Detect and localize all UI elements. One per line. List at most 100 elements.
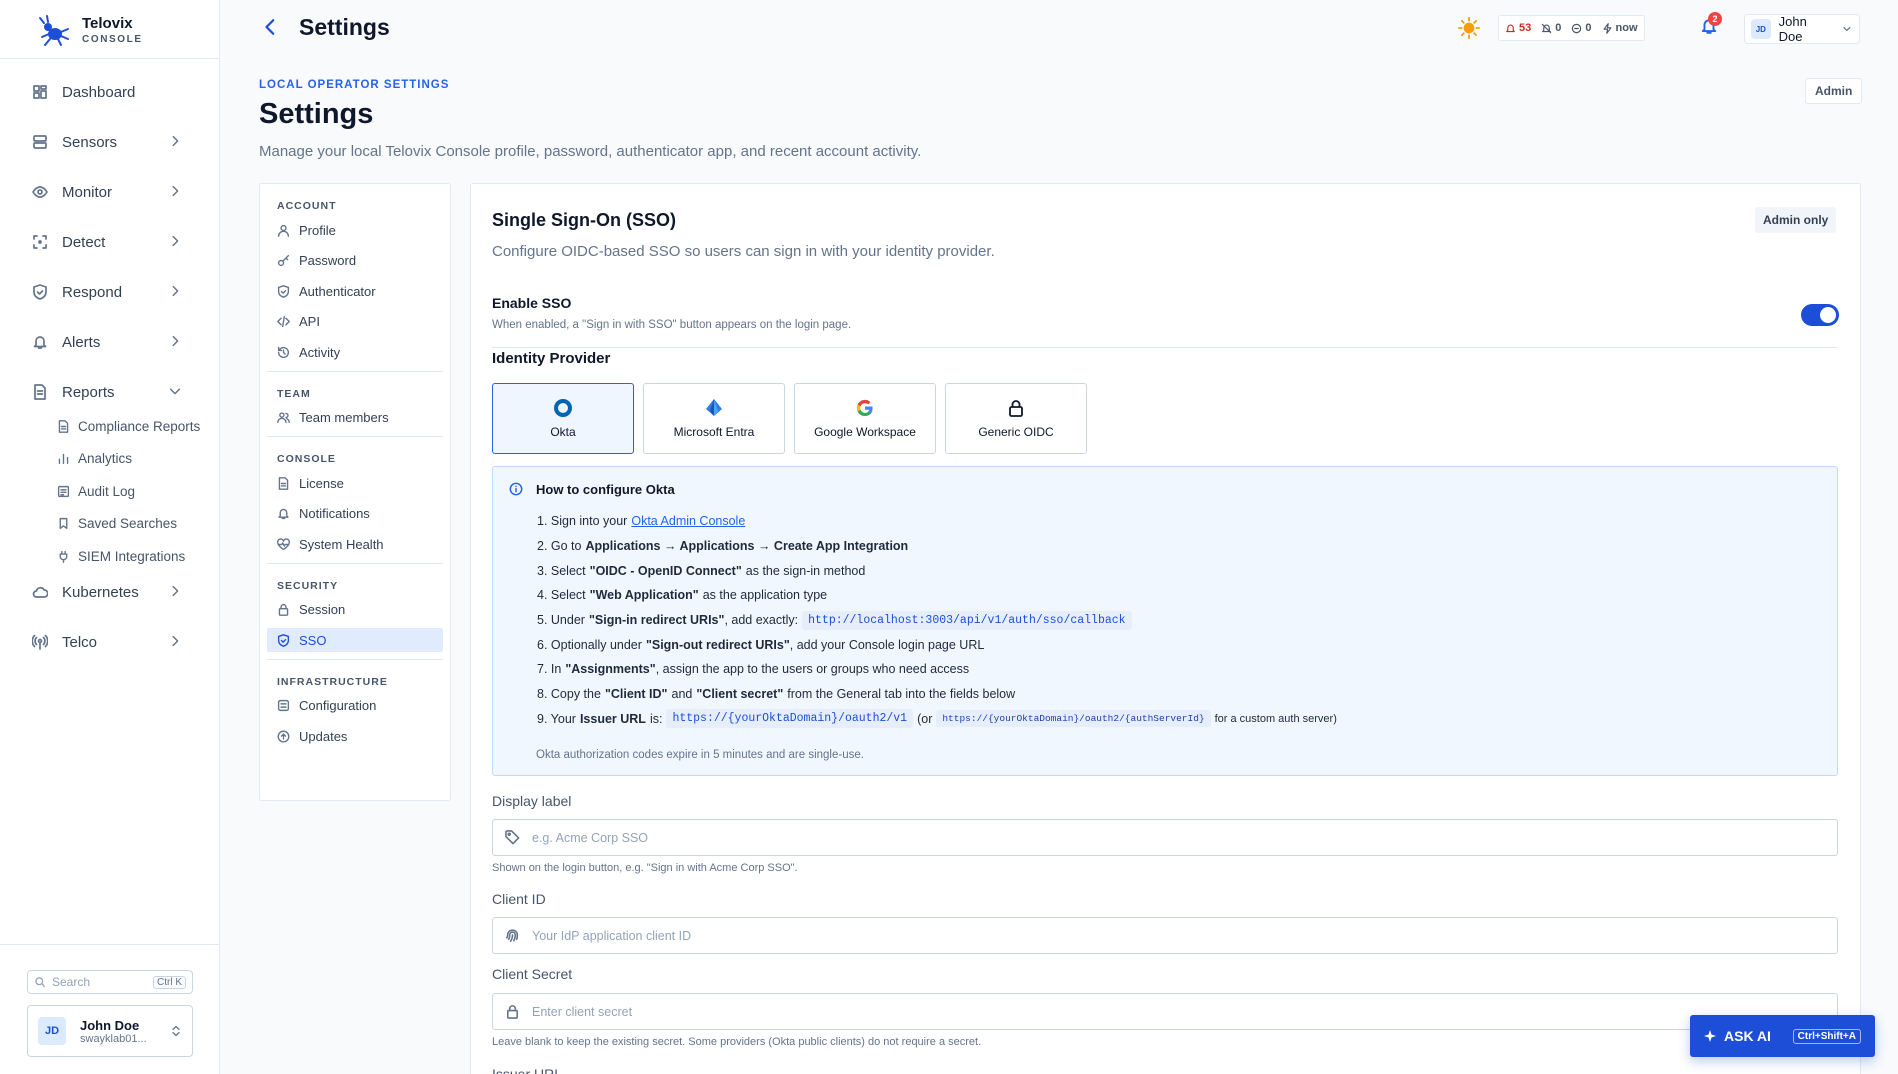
user-email: swayklab01... (80, 1032, 147, 1045)
provider-generic-oidc[interactable]: Generic OIDC (945, 383, 1087, 454)
avatar: JD (38, 1017, 66, 1045)
settings-item-api[interactable]: API (267, 310, 443, 334)
chevron-right-icon (172, 135, 179, 147)
sidebar-item-label: Reports (62, 383, 115, 401)
sso-subtitle: Configure OIDC-based SSO so users can si… (492, 243, 995, 260)
okta-admin-console-link[interactable]: Okta Admin Console (631, 514, 745, 528)
settings-item-authenticator[interactable]: Authenticator (267, 279, 443, 303)
settings-item-license[interactable]: License (267, 471, 443, 495)
howto-title: How to configure Okta (536, 482, 675, 497)
settings-item-profile[interactable]: Profile (267, 218, 443, 242)
sidebar-subitem-analytics[interactable]: Analytics (0, 449, 220, 469)
bell-icon (278, 508, 289, 520)
sidebar-item-kubernetes[interactable]: Kubernetes (0, 580, 220, 604)
ask-ai-button[interactable]: ASK AI Ctrl+Shift+A (1690, 1015, 1875, 1057)
settings-item-password[interactable]: Password (267, 249, 443, 273)
chevron-right-icon (172, 635, 179, 647)
howto-step: 1. Sign into your Okta Admin Console (537, 509, 1337, 534)
muted-count: 0 (1541, 22, 1561, 34)
provider-microsoft-entra[interactable]: Microsoft Entra (643, 383, 785, 454)
settings-item-label: Profile (299, 222, 336, 238)
sparkle-icon (1704, 1030, 1716, 1042)
sidebar-subitem-label: SIEM Integrations (78, 548, 186, 564)
settings-item-session[interactable]: Session (267, 598, 443, 622)
settings-group-account: ACCOUNT (277, 200, 337, 212)
howto-step: 5. Under "Sign-in redirect URIs", add exa… (537, 608, 1337, 633)
settings-item-team-members[interactable]: Team members (267, 406, 443, 430)
shield-icon (33, 284, 47, 300)
step-text: for a custom auth server) (1214, 712, 1337, 725)
sidebar-item-alerts[interactable]: Alerts (0, 330, 220, 354)
user-menu-button[interactable]: JD John Doe (1744, 14, 1860, 44)
brand[interactable]: Telovix CONSOLE (36, 13, 143, 49)
provider-okta[interactable]: Okta (492, 383, 634, 454)
step-emphasis: "Sign-in redirect URIs" (588, 613, 725, 628)
sidebar-item-label: Alerts (62, 333, 101, 351)
settings-item-label: System Health (299, 536, 384, 552)
sidebar: Telovix CONSOLE Dashboard Sensors Monito… (0, 0, 220, 1074)
settings-item-system-health[interactable]: System Health (267, 532, 443, 556)
back-arrow-icon[interactable] (262, 18, 280, 36)
user-icon (277, 224, 290, 237)
client-secret-label: Client Secret (492, 966, 573, 982)
sidebar-subitem-audit-log[interactable]: Audit Log (0, 481, 220, 501)
provider-google-workspace[interactable]: Google Workspace (794, 383, 936, 454)
settings-group-team: TEAM (277, 387, 311, 400)
enable-sso-help: When enabled, a "Sign in with SSO" butto… (492, 319, 852, 331)
chevron-up-down-icon (172, 1025, 180, 1037)
sidebar-item-reports[interactable]: Reports (0, 380, 220, 404)
sidebar-item-monitor[interactable]: Monitor (0, 180, 220, 204)
howto-step: 3. Select "OIDC - OpenID Connect" as the s… (537, 558, 1337, 583)
sidebar-item-label: Monitor (62, 183, 113, 201)
page-subtitle: Manage your local Telovix Console profil… (259, 143, 922, 160)
issuer-url-label: Issuer URL (492, 1066, 563, 1074)
bookmark-icon (59, 517, 68, 530)
settings-item-activity[interactable]: Activity (267, 340, 443, 364)
brand-name: Telovix (82, 14, 133, 32)
sidebar-item-label: Kubernetes (62, 583, 139, 601)
sidebar-subitem-compliance-reports[interactable]: Compliance Reports (0, 416, 220, 436)
redirect-uri-code[interactable]: http://localhost:3003/api/v1/auth/sso/ca… (802, 610, 1132, 630)
step-text: and (671, 687, 693, 702)
settings-item-configuration[interactable]: Configuration (267, 694, 443, 718)
sidebar-subitem-saved-searches[interactable]: Saved Searches (0, 514, 220, 534)
step-text: , add your Console login page URL (789, 637, 985, 652)
client-id-input[interactable]: Your IdP application client ID (492, 917, 1838, 954)
alert-count-value: 53 (1519, 22, 1532, 34)
settings-item-notifications[interactable]: Notifications (267, 502, 443, 526)
sidebar-item-respond[interactable]: Respond (0, 280, 220, 304)
sidebar-user-card[interactable]: JD John Doe swayklab01... (27, 1005, 193, 1057)
sidebar-subitem-label: Saved Searches (78, 516, 178, 531)
step-text: 4. Select (537, 588, 586, 603)
settings-item-updates[interactable]: Updates (267, 724, 443, 748)
sidebar-subitem-siem-integrations[interactable]: SIEM Integrations (0, 546, 220, 566)
sidebar-item-sensors[interactable]: Sensors (0, 130, 220, 154)
page-title: Settings (259, 98, 374, 130)
sidebar-divider (0, 58, 219, 59)
step-emphasis: "Sign-out redirect URIs" (645, 637, 790, 652)
enable-sso-toggle[interactable] (1801, 304, 1839, 326)
settings-group-console: CONSOLE (277, 453, 336, 465)
status-counters[interactable]: 53 0 0 now (1498, 15, 1645, 41)
settings-item-label: Configuration (299, 698, 377, 713)
display-label-input[interactable]: e.g. Acme Corp SSO (492, 819, 1838, 856)
settings-group-infrastructure: INFRASTRUCTURE (277, 675, 388, 688)
display-label-help: Shown on the login button, e.g. "Sign in… (492, 862, 798, 874)
sidebar-item-label: Telco (62, 633, 98, 651)
sidebar-search-input[interactable]: Search Ctrl K (27, 970, 193, 994)
sidebar-item-telco[interactable]: Telco (0, 630, 220, 654)
sun-icon[interactable] (1458, 17, 1480, 39)
client-id-placeholder: Your IdP application client ID (532, 928, 692, 943)
step-text: 6. Optionally under (537, 637, 642, 652)
settings-item-sso[interactable]: SSO (267, 628, 443, 652)
issuer-url-code[interactable]: https://{yourOktaDomain}/oauth2/v1 (666, 709, 914, 729)
sidebar-item-dashboard[interactable]: Dashboard (0, 80, 220, 104)
sidebar-subitem-label: Analytics (78, 451, 133, 466)
client-secret-input[interactable]: Enter client secret (492, 993, 1838, 1030)
sidebar-item-detect[interactable]: Detect (0, 230, 220, 254)
plug-icon (59, 550, 68, 563)
custom-issuer-url-code[interactable]: https://{yourOktaDomain}/oauth2/{authSer… (936, 710, 1211, 728)
chevron-right-icon (172, 185, 179, 197)
step-emphasis: "Assignments" (565, 662, 656, 677)
avatar: JD (1751, 19, 1771, 39)
